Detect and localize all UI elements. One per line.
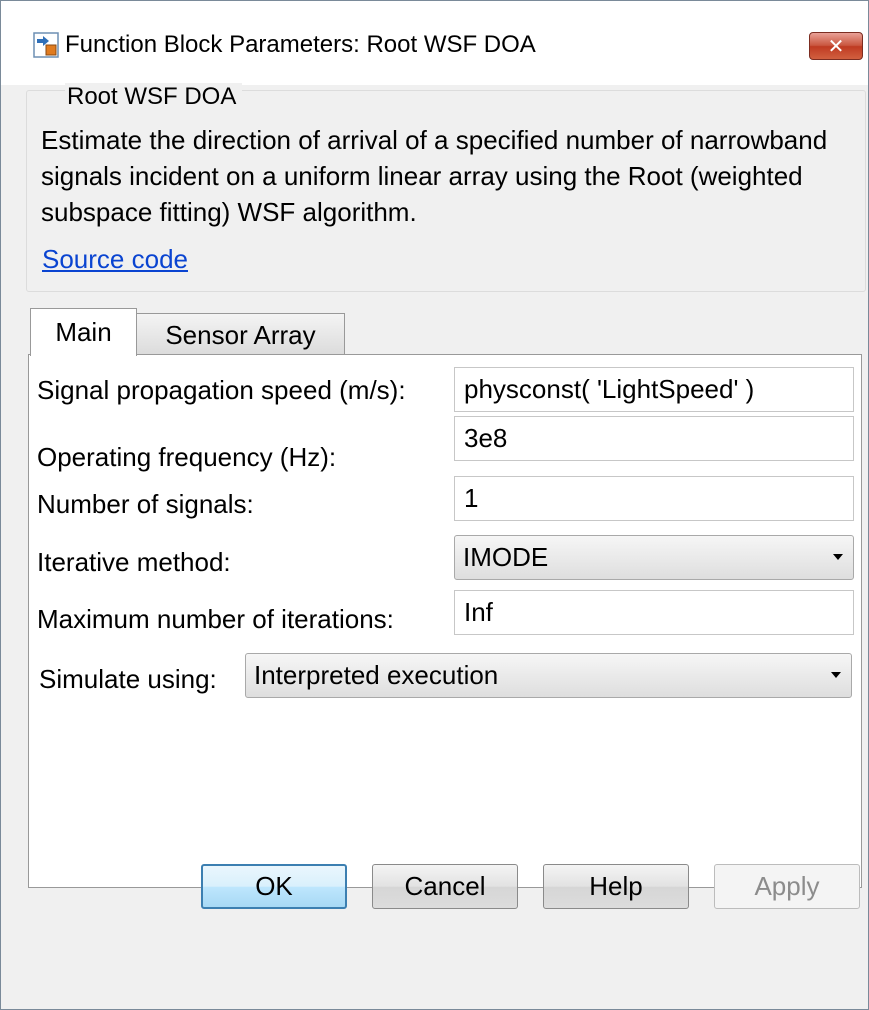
iterative-method-value: IMODE [463, 542, 549, 572]
iterative-method-label: Iterative method: [37, 547, 231, 577]
apply-button[interactable]: Apply [714, 864, 860, 909]
num-signals-field[interactable]: 1 [454, 476, 854, 521]
ok-button[interactable]: OK [201, 864, 347, 909]
speed-label: Signal propagation speed (m/s): [37, 375, 406, 405]
num-signals-label: Number of signals: [37, 489, 254, 519]
frequency-label: Operating frequency (Hz): [37, 442, 337, 472]
cancel-button[interactable]: Cancel [372, 864, 518, 909]
simulink-block-icon [33, 32, 59, 58]
chevron-down-icon [833, 554, 843, 560]
speed-field[interactable]: physconst( 'LightSpeed' ) [454, 367, 854, 412]
chevron-down-icon [831, 672, 841, 678]
help-button[interactable]: Help [543, 864, 689, 909]
tab-main[interactable]: Main [30, 308, 137, 356]
iterative-method-dropdown[interactable]: IMODE [454, 535, 854, 580]
simulate-using-value: Interpreted execution [254, 660, 499, 690]
group-title: Root WSF DOA [65, 83, 243, 111]
max-iterations-label: Maximum number of iterations: [37, 604, 394, 634]
title-bar[interactable]: Function Block Parameters: Root WSF DOA … [1, 1, 868, 85]
close-icon: ✕ [827, 35, 845, 58]
dialog-body: Root WSF DOA Estimate the direction of a… [1, 83, 868, 1009]
source-code-link[interactable]: Source code [42, 244, 188, 275]
dialog-window: Function Block Parameters: Root WSF DOA … [0, 0, 869, 1010]
tab-sensor-array[interactable]: Sensor Array [137, 313, 345, 354]
frequency-field[interactable]: 3e8 [454, 416, 854, 461]
simulate-using-label: Simulate using: [39, 664, 217, 694]
close-button[interactable]: ✕ [809, 32, 863, 60]
window-title: Function Block Parameters: Root WSF DOA [65, 31, 536, 58]
max-iterations-field[interactable]: Inf [454, 590, 854, 635]
block-description: Estimate the direction of arrival of a s… [41, 125, 828, 227]
simulate-using-dropdown[interactable]: Interpreted execution [245, 653, 852, 698]
